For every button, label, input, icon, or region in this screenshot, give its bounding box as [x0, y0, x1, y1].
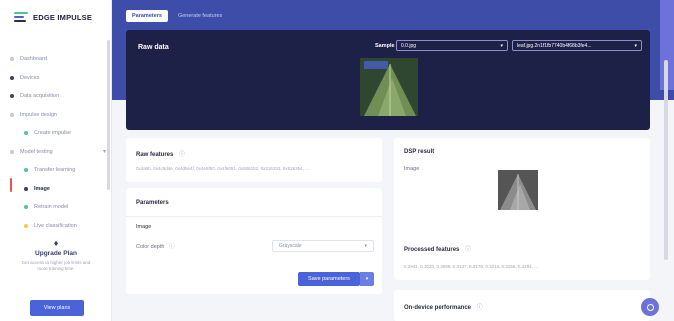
upgrade-text: Get access to higher job limits and more… [21, 260, 91, 271]
devices-icon [10, 75, 14, 80]
tab-parameters[interactable]: Parameters [126, 10, 168, 22]
sidebar-item-dashboard[interactable]: Dashboard [10, 50, 106, 69]
sidebar-scrollbar[interactable] [107, 40, 110, 190]
page-scrollbar[interactable] [664, 60, 668, 260]
parameters-title: Parameters [136, 200, 169, 206]
raw-image-preview [360, 58, 418, 116]
file-select[interactable]: leaf.jpg.2n1f1fb7740b4f68b3fe4... ▾ [512, 40, 642, 51]
color-depth-label: Color depth ⓘ [136, 242, 174, 250]
sidebar-item-devices[interactable]: Devices [10, 69, 106, 88]
sidebar-item-label: Live classification [34, 222, 77, 229]
chevron-down-icon: ▾ [102, 149, 106, 156]
color-depth-select[interactable]: Grayscale ▾ [272, 240, 374, 252]
divider [126, 216, 382, 217]
performance-card: On-device performance ⓘ [394, 290, 650, 321]
view-plans-button[interactable]: View plans [30, 300, 84, 316]
image-section-label: Image [136, 224, 152, 230]
logo-text: EDGE IMPULSE [33, 13, 93, 22]
raw-features-card: Raw features ⓘ 0x4a5b, 0x4c5d4e, 0x4d5e4… [126, 138, 382, 182]
performance-title-text: On-device performance [404, 305, 472, 311]
processed-features-title-text: Processed features [404, 247, 460, 253]
dsp-image-label: Image [404, 166, 420, 172]
question-circle-icon[interactable]: ⓘ [179, 152, 185, 158]
question-circle-icon[interactable]: ⓘ [477, 305, 483, 311]
raw-features-values: 0x4a5b, 0x4c5d4e, 0x4d5e4f, 0x4e5f50, 0x… [136, 166, 309, 171]
parameters-card: Parameters Image Color depth ⓘ Grayscale… [126, 188, 382, 294]
file-select-value: leaf.jpg.2n1f1fb7740b4f68b3fe4... [517, 42, 592, 49]
sidebar-nav: Dashboard Devices Data acquisition Impul… [10, 50, 106, 235]
sidebar: EDGE IMPULSE Dashboard Devices Data acqu… [0, 0, 112, 321]
dashboard-icon [10, 57, 14, 62]
sample-select-value: 0.0.jpg [401, 42, 417, 49]
sidebar-item-label: Data acquisition [20, 93, 60, 100]
processed-features-title: Processed features ⓘ [404, 244, 471, 253]
sidebar-item-impulse-design[interactable]: Impulse design [10, 106, 106, 125]
database-icon [10, 94, 14, 99]
upgrade-panel: ♦ Upgrade Plan Get access to higher job … [20, 238, 92, 272]
processed-leaf-image [498, 170, 538, 210]
leaf-image [360, 58, 418, 116]
bullet-icon [24, 168, 28, 173]
active-item-marker [10, 178, 12, 192]
sidebar-item-data-acquisition[interactable]: Data acquisition [10, 87, 106, 106]
sidebar-item-label: Retrain model [34, 204, 69, 211]
logo[interactable]: EDGE IMPULSE [14, 12, 92, 23]
sidebar-item-label: Model testing [20, 148, 53, 155]
bullet-icon [24, 186, 28, 191]
upgrade-title: Upgrade Plan [35, 250, 77, 257]
question-circle-icon[interactable]: ⓘ [169, 244, 175, 250]
performance-title: On-device performance ⓘ [404, 302, 483, 311]
tab-generate-features[interactable]: Generate features [172, 10, 228, 22]
tab-bar: Parameters Generate features [126, 10, 228, 22]
impulse-icon [10, 112, 14, 117]
bullet-icon [24, 205, 28, 210]
main-content: Parameters Generate features Raw data Sa… [112, 0, 674, 321]
sidebar-item-model[interactable]: Model testing ▾ [10, 143, 106, 162]
sidebar-item-label: Impulse design [20, 111, 57, 118]
chat-icon[interactable] [641, 298, 659, 316]
dsp-result-title: DSP result [404, 149, 435, 155]
sidebar-item-image[interactable]: Image [10, 180, 106, 199]
bullet-icon [24, 223, 28, 228]
question-circle-icon[interactable]: ⓘ [465, 247, 471, 253]
sample-label: Sample [375, 43, 395, 49]
app: EDGE IMPULSE Dashboard Devices Data acqu… [0, 0, 674, 321]
processed-image-preview [498, 170, 538, 210]
chevron-down-icon: ▾ [365, 276, 369, 282]
model-icon [10, 149, 14, 154]
raw-data-title: Raw data [138, 44, 169, 51]
edge-impulse-logo-icon [14, 12, 28, 23]
sidebar-item-create-impulse[interactable]: Create impulse [10, 124, 106, 143]
save-parameters-button[interactable]: Save parameters [298, 272, 360, 286]
color-depth-label-text: Color depth [136, 244, 165, 250]
raw-features-title: Raw features ⓘ [136, 149, 185, 158]
rocket-icon: ♦ [53, 238, 59, 248]
processed-features-values: 0.2941, 0.3020, 0.3098, 0.3137, 0.3176, … [404, 264, 538, 269]
sidebar-item-label: Devices [20, 74, 40, 81]
chevron-down-icon: ▾ [500, 42, 503, 49]
color-depth-value: Grayscale [279, 243, 302, 249]
sidebar-item-label: Create impulse [34, 130, 71, 137]
dsp-result-card: DSP result Image Processed features ⓘ 0.… [394, 138, 650, 280]
save-options-button[interactable]: ▾ [360, 272, 374, 286]
bullet-icon [24, 131, 28, 136]
sidebar-item-label: Dashboard [20, 56, 47, 63]
chevron-down-icon: ▾ [634, 42, 637, 49]
sidebar-item-live-classification[interactable]: Live classification [10, 217, 106, 236]
raw-features-title-text: Raw features [136, 152, 174, 158]
sidebar-item-label: Image [34, 185, 50, 192]
sample-select[interactable]: 0.0.jpg ▾ [396, 40, 508, 51]
chevron-down-icon: ▾ [364, 243, 367, 249]
sidebar-item-retrain-model[interactable]: Retrain model [10, 198, 106, 217]
sidebar-item-transfer-learning[interactable]: Transfer learning [10, 161, 106, 180]
sidebar-item-label: Transfer learning [34, 167, 76, 174]
raw-data-panel: Raw data Sample 0.0.jpg ▾ leaf.jpg.2n1f1… [126, 30, 650, 130]
